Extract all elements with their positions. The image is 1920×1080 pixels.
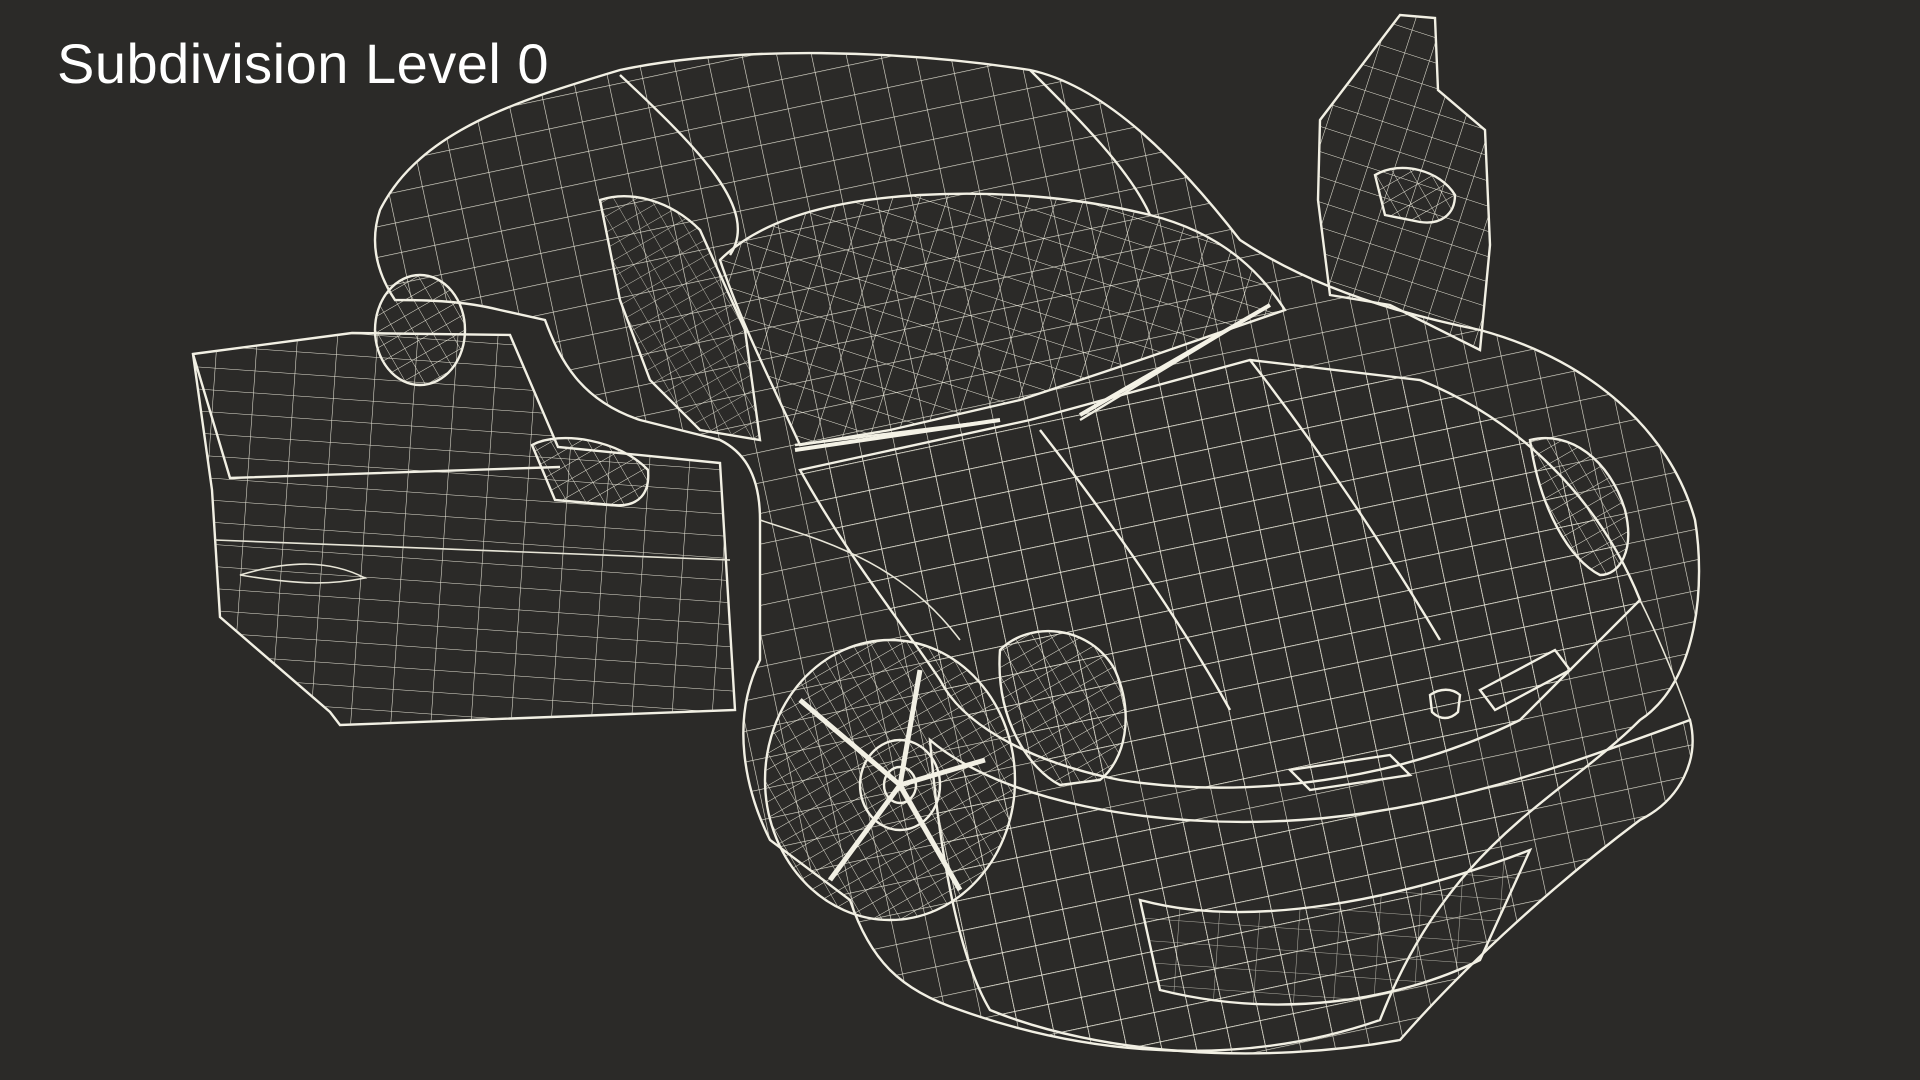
render-viewport: Subdivision Level 0 [0, 0, 1920, 1080]
car-wireframe-render [191, 13, 1701, 1055]
front-wheel [763, 638, 1017, 922]
subdivision-level-caption: Subdivision Level 0 [57, 32, 550, 95]
rear-wheel [373, 273, 467, 387]
